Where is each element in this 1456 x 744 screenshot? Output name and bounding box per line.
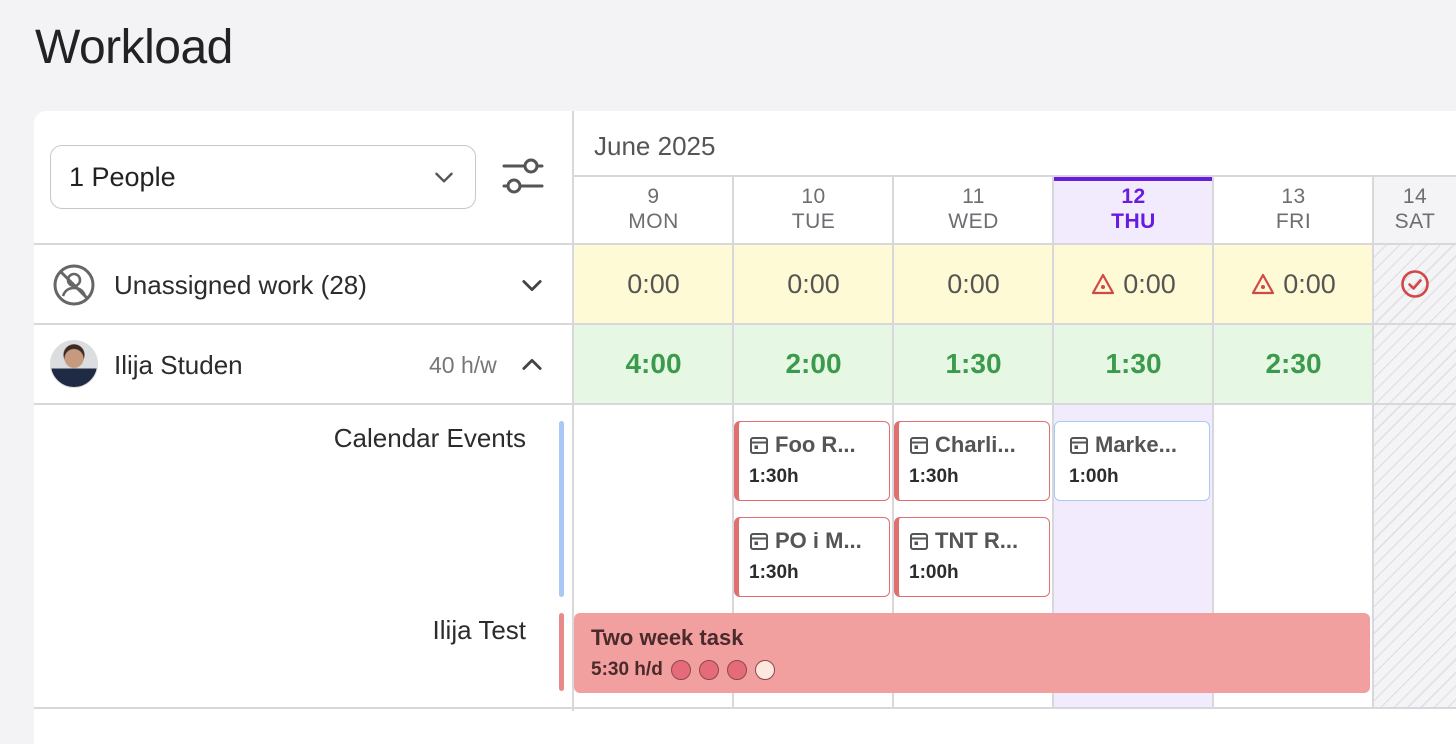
day-header-fri: 13 FRI	[1275, 185, 1312, 233]
progress-dot	[670, 660, 691, 680]
chevron-up-icon[interactable]	[518, 351, 546, 379]
task-title: Two week task	[591, 625, 744, 650]
calendar-icon	[910, 437, 928, 454]
divider	[1372, 175, 1374, 707]
calendar-icon	[750, 437, 768, 454]
progress-dot	[726, 660, 747, 680]
day-header-sat: 14 SAT	[1374, 177, 1456, 243]
day-header-mon: 9 MON	[628, 185, 679, 233]
calendar-event[interactable]: Charli... 1:30h	[894, 421, 1050, 501]
month-label: June 2025	[594, 131, 716, 161]
unassigned-row[interactable]: Unassigned work (28)	[52, 261, 552, 309]
calendar-event[interactable]: TNT R... 1:00h	[894, 517, 1050, 597]
unassigned-label: Unassigned work (28)	[114, 269, 367, 300]
calendar-icon	[750, 533, 768, 550]
section-bar-blue	[559, 421, 564, 597]
calendar-icon	[910, 533, 928, 550]
filter-sliders-icon[interactable]	[500, 155, 546, 199]
hours-cell-tue: 2:00	[734, 325, 893, 403]
hours-cell-wed: 1:30	[894, 325, 1053, 403]
unassigned-cell-thu: 0:00	[1054, 245, 1213, 323]
warning-icon	[1092, 273, 1115, 295]
day-header-wed: 11 WED	[948, 185, 999, 233]
unassigned-cell-wed: 0:00	[894, 245, 1053, 323]
page-title: Workload	[35, 21, 233, 74]
divider	[34, 707, 1456, 709]
people-select-value: 1 People	[69, 161, 176, 192]
task-progress	[663, 660, 775, 680]
calendar-icon	[1070, 437, 1088, 454]
day-header-tue: 10 TUE	[791, 185, 836, 233]
chevron-down-icon	[435, 172, 453, 183]
workload-card: 1 People June 2025 9 MON 10 TUE 11 WED 12 TH…	[34, 111, 1456, 744]
unassigned-cell-tue: 0:00	[734, 245, 893, 323]
person-name: Ilija Studen	[114, 349, 243, 380]
task-bar[interactable]: Two week task 5:30 h/d	[574, 613, 1370, 693]
hours-cell-mon: 4:00	[574, 325, 733, 403]
hours-cell-thu: 1:30	[1054, 325, 1213, 403]
avatar	[50, 340, 98, 388]
warning-icon	[1252, 273, 1275, 295]
section-ilija-test: Ilija Test	[432, 615, 526, 645]
check-circle-icon	[1401, 270, 1429, 298]
unassigned-cell-fri: 0:00	[1214, 245, 1373, 323]
calendar-event[interactable]: Foo R... 1:30h	[734, 421, 890, 501]
person-capacity: 40 h/w	[429, 351, 497, 378]
hours-cell-fri: 2:30	[1214, 325, 1373, 403]
divider	[34, 403, 1456, 405]
people-select[interactable]: 1 People	[50, 145, 476, 209]
calendar-event[interactable]: PO i M... 1:30h	[734, 517, 890, 597]
progress-dot	[754, 660, 775, 680]
day-header-thu-today: 12 THU	[1054, 177, 1213, 243]
section-bar-red	[559, 613, 564, 691]
chevron-down-icon[interactable]	[518, 271, 546, 299]
task-rate: 5:30 h/d	[591, 659, 663, 680]
unassigned-user-icon	[53, 264, 95, 306]
unassigned-cell-mon: 0:00	[574, 245, 733, 323]
section-calendar-events: Calendar Events	[333, 423, 526, 453]
progress-dot	[698, 660, 719, 680]
calendar-event[interactable]: Marke... 1:00h	[1054, 421, 1210, 501]
unassigned-cell-sat	[1374, 245, 1456, 323]
